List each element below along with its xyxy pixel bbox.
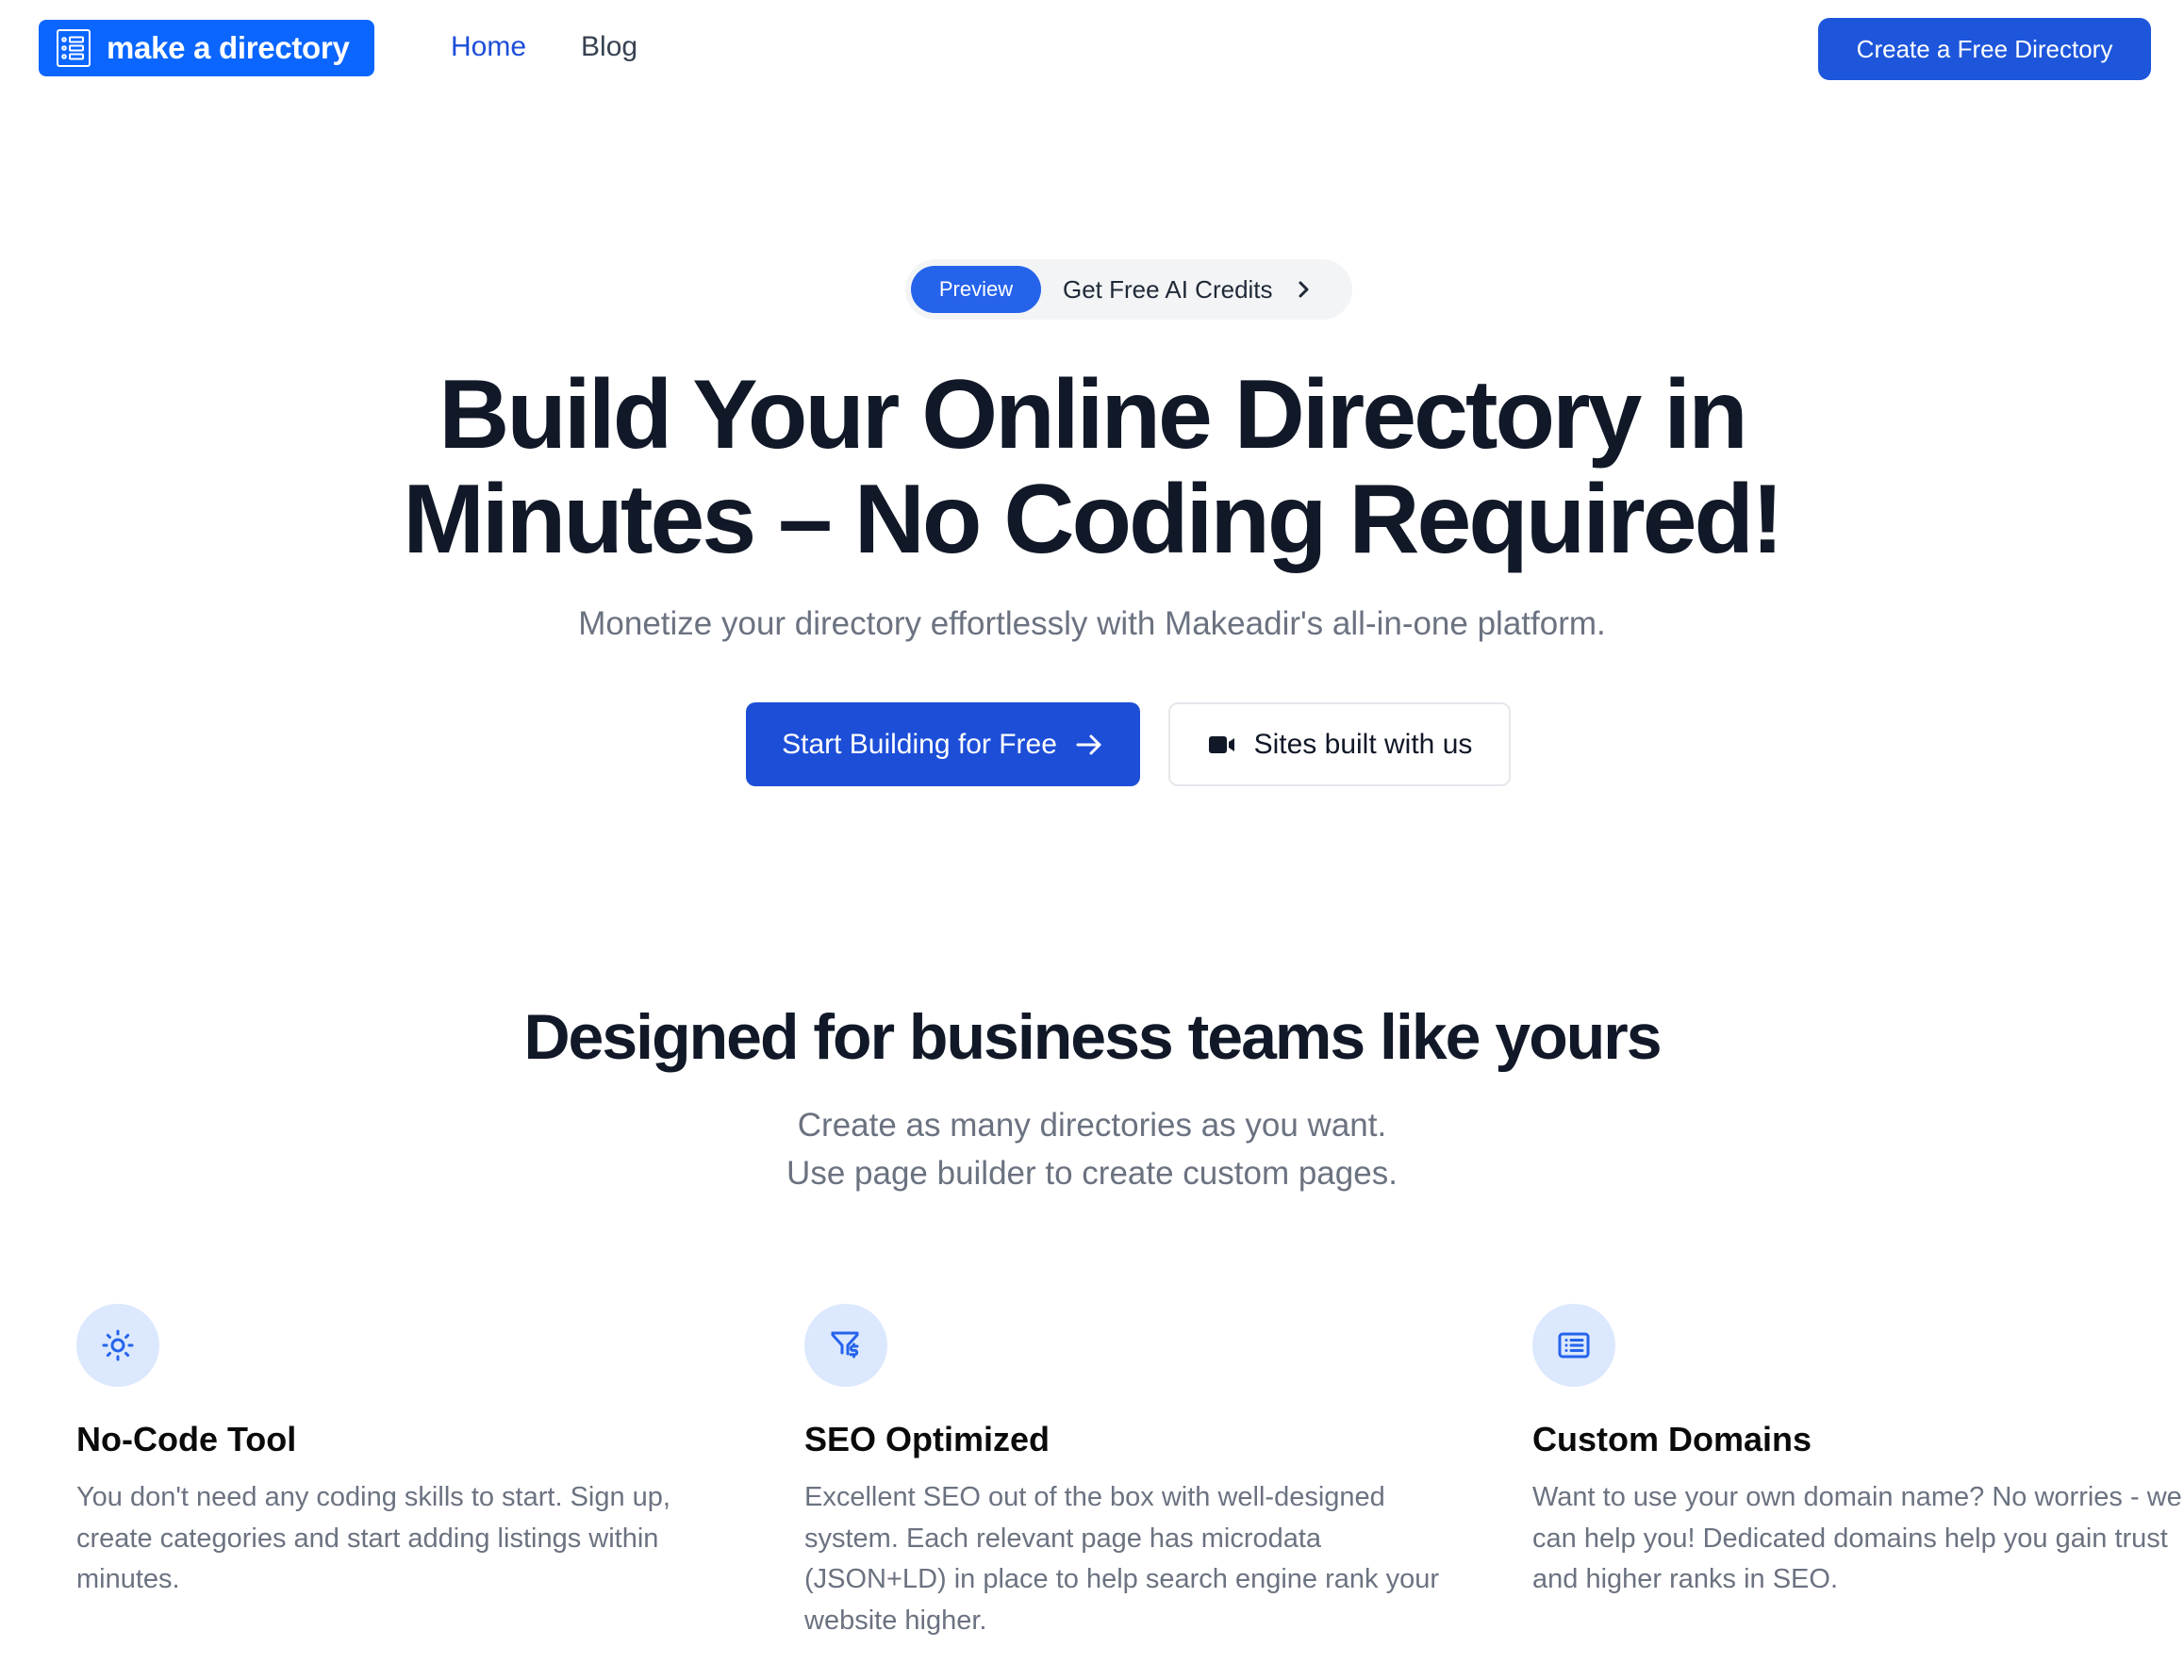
feature-seo: SEO Optimized Excellent SEO out of the b… [804,1304,1464,1641]
create-free-directory-button[interactable]: Create a Free Directory [1818,18,2151,80]
arrow-right-icon [1076,734,1101,754]
feature-title: SEO Optimized [804,1420,1051,1458]
nav-home[interactable]: Home [451,28,526,66]
sun-icon [102,1329,134,1361]
feature-icon-wrapper [76,1304,159,1387]
feature-no-code: No-Code Tool You don't need any coding s… [76,1304,736,1601]
chevron-right-icon [1299,281,1309,298]
start-building-button[interactable]: Start Building for Free [746,702,1140,786]
free-ai-credits-pill[interactable]: Preview Get Free AI Credits [905,259,1352,320]
hero-subtitle: Monetize your directory effortlessly wit… [578,605,1606,642]
hero-title-line-1: Build Your Online Directory in [438,360,1747,469]
sites-built-button[interactable]: Sites built with us [1168,702,1511,786]
pill-text: Get Free AI Credits [1063,274,1273,304]
directory-list-icon [57,29,91,67]
feature-title: No-Code Tool [76,1420,297,1458]
feature-description: Want to use your own domain name? No wor… [1532,1482,2182,1594]
section-subtitle: Create as many directories as you want. … [0,1101,2184,1197]
logo-link[interactable]: make a directory [39,20,374,76]
feature-description: Excellent SEO out of the box with well-d… [804,1482,1439,1636]
feature-icon-wrapper [1532,1304,1615,1387]
logo-text: make a directory [107,30,350,65]
sites-built-label: Sites built with us [1253,728,1473,760]
site-header: make a directory Home Blog Create a Free… [0,0,2184,98]
feature-icon-wrapper [804,1304,887,1387]
hero-title: Build Your Online Directory in Minutes –… [0,363,2184,572]
video-camera-icon [1208,735,1234,753]
feature-title: Custom Domains [1532,1420,1812,1458]
section-title: Designed for business teams like yours [523,1001,1662,1073]
start-building-label: Start Building for Free [782,728,1057,760]
main-nav: Home Blog [451,28,637,66]
preview-badge: Preview [911,266,1041,313]
funnel-dollar-icon [831,1331,859,1359]
feature-description: You don't need any coding skills to star… [76,1482,670,1594]
section-subtitle-line-2: Use page builder to create custom pages. [786,1155,1398,1192]
hero-title-line-2: Minutes – No Coding Required! [403,465,1783,574]
section-subtitle-line-1: Create as many directories as you want. [797,1107,1387,1144]
list-box-icon [1558,1332,1590,1359]
feature-custom-domains: Custom Domains Want to use your own doma… [1532,1304,2184,1601]
nav-blog[interactable]: Blog [581,28,637,66]
